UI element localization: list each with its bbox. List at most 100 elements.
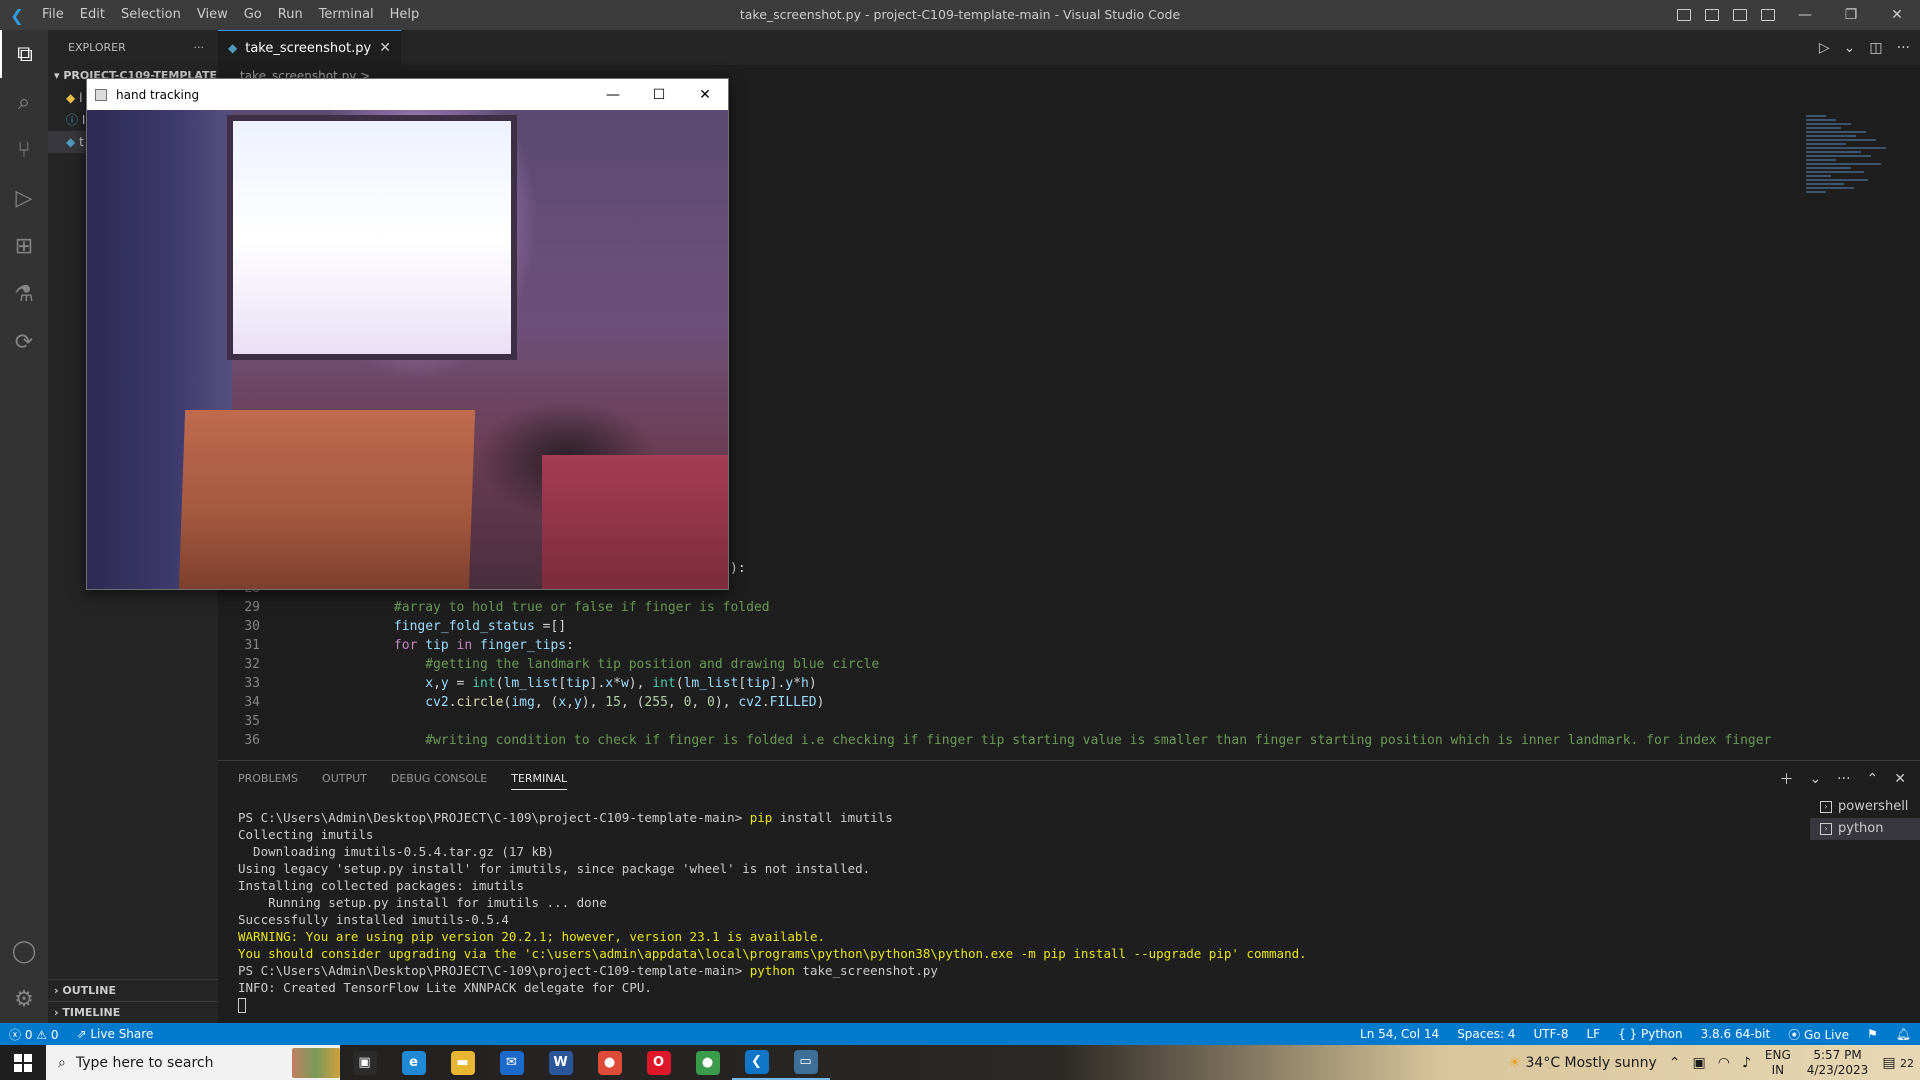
taskbar-python-window[interactable]: ▭ [781,1045,830,1080]
hand-tracking-maximize-button[interactable]: ☐ [636,79,682,110]
terminal-output[interactable]: PS C:\Users\Admin\Desktop\PROJECT\C-109\… [238,809,1768,1013]
close-tab-icon[interactable]: ✕ [379,40,391,56]
tab-output[interactable]: OUTPUT [322,772,367,785]
start-button[interactable] [0,1045,46,1080]
taskbar-search[interactable]: ⌕ Type here to search [46,1045,340,1080]
terminal-dropdown-icon[interactable]: ⌄ [1809,771,1821,787]
tab-debug-console[interactable]: DEBUG CONSOLE [391,772,487,785]
show-hidden-icons-icon[interactable]: ⌃ [1663,1055,1687,1071]
taskbar-vscode[interactable]: ❮ [732,1045,781,1080]
source-control-icon[interactable]: ⑂ [0,126,48,174]
run-dropdown-icon[interactable]: ⌄ [1844,40,1856,56]
hand-tracking-minimize-button[interactable]: — [590,79,636,110]
terminal-line: You should consider upgrading via the 'c… [238,945,1768,962]
restore-button[interactable]: ❐ [1828,0,1874,30]
hand-tracking-titlebar[interactable]: hand tracking — ☐ ✕ [87,79,728,110]
code-token: * [793,676,801,691]
code-token: , ( [534,695,559,710]
volume-icon[interactable]: ♪ [1736,1055,1757,1071]
code-token: , [566,695,574,710]
indentation[interactable]: Spaces: 4 [1448,1027,1524,1041]
menu-edit[interactable]: Edit [72,0,113,30]
toggle-panel-icon[interactable] [1698,0,1726,30]
wifi-icon[interactable]: ◠ [1712,1055,1736,1071]
code-line[interactable]: 35 [218,712,1788,731]
taskbar-word[interactable]: W [536,1045,585,1080]
weather-widget[interactable]: ☀ 34°C Mostly sunny [1502,1055,1662,1071]
run-python-file-icon[interactable]: ▷ [1819,40,1830,56]
menu-selection[interactable]: Selection [113,0,189,30]
code-line[interactable]: 29 #array to hold true or false if finge… [218,598,1788,617]
extensions-icon[interactable]: ⊞ [0,222,48,270]
accounts-icon[interactable]: ◯ [0,927,48,975]
tab-terminal[interactable]: TERMINAL [511,772,568,790]
taskbar-edge[interactable]: e [389,1045,438,1080]
terminal-item-powershell[interactable]: › powershell [1810,796,1920,818]
customize-layout-icon[interactable] [1754,0,1782,30]
code-token: x [558,695,567,710]
line-number: 35 [244,714,260,729]
code-line[interactable]: 36 #writing condition to check if finger… [218,731,1788,750]
testing-icon[interactable]: ⚗ [0,270,48,318]
live-share-status[interactable]: ⇗ Live Share [68,1027,163,1041]
input-language[interactable]: ENG IN [1757,1048,1799,1078]
timeline-section[interactable]: › TIMELINE [48,1001,218,1023]
python-interpreter[interactable]: 3.8.6 64-bit [1692,1027,1780,1041]
explorer-icon[interactable]: ⧉ [0,30,48,78]
remote-explorer-icon[interactable]: ⟳ [0,318,48,366]
new-terminal-icon[interactable]: ＋ [1779,769,1793,789]
outline-section[interactable]: › OUTLINE [48,979,218,1001]
minimap[interactable] [1806,115,1906,255]
hand-tracking-close-button[interactable]: ✕ [682,79,728,110]
encoding[interactable]: UTF-8 [1525,1027,1578,1041]
menu-go[interactable]: Go [236,0,270,30]
hand-tracking-window[interactable]: hand tracking — ☐ ✕ [86,78,729,590]
language-mode[interactable]: { } Python [1609,1027,1692,1041]
run-debug-icon[interactable]: ▷ [0,174,48,222]
taskbar-task-view[interactable]: ▣ [340,1045,389,1080]
menu-help[interactable]: Help [382,0,428,30]
terminal-prompt-line[interactable] [238,996,1768,1013]
code-line[interactable]: 33 x,y = int(lm_list[tip].x*w), int(lm_l… [218,674,1788,693]
notification-center-icon[interactable]: ▤ 22 [1876,1055,1920,1071]
notifications-bell-icon[interactable]: 🔔︎ [1887,1027,1920,1041]
split-editor-icon[interactable]: ◫ [1869,40,1882,56]
maximize-panel-icon[interactable]: ⌃ [1867,771,1879,787]
toggle-sidebar-icon[interactable] [1670,0,1698,30]
explorer-more-button[interactable]: ··· [194,41,205,54]
close-window-button[interactable]: ✕ [1874,0,1920,30]
code-line[interactable]: 30 finger_fold_status =[] [218,617,1788,636]
problems-status[interactable]: ⓧ 0 ⚠ 0 [0,1026,68,1043]
terminal-line: INFO: Created TensorFlow Lite XNNPACK de… [238,979,1768,996]
tab-problems[interactable]: PROBLEMS [238,772,298,785]
clock[interactable]: 5:57 PM 4/23/2023 [1799,1048,1877,1078]
chrome-profile-icon: ● [695,1050,720,1075]
cursor-position[interactable]: Ln 54, Col 14 [1351,1027,1448,1041]
meet-now-icon[interactable]: ▣ [1687,1055,1712,1071]
menu-run[interactable]: Run [270,0,311,30]
terminal-item-python[interactable]: › python [1810,818,1920,840]
go-live-button[interactable]: ⦿ Go Live [1779,1026,1858,1043]
menu-view[interactable]: View [189,0,236,30]
code-token: int [472,676,496,691]
tab-take-screenshot[interactable]: ◆ take_screenshot.py ✕ [218,30,401,65]
editor-more-icon[interactable]: ··· [1897,40,1910,56]
taskbar-chrome[interactable]: ● [585,1045,634,1080]
menu-file[interactable]: File [34,0,72,30]
feedback-icon[interactable]: ⚑ [1858,1027,1887,1041]
taskbar-mail[interactable]: ✉ [487,1045,536,1080]
taskbar-chrome-profile[interactable]: ● [683,1045,732,1080]
search-icon[interactable]: ⌕ [0,78,48,126]
panel-more-icon[interactable]: ··· [1837,771,1850,787]
code-line[interactable]: 31 for tip in finger_tips: [218,636,1788,655]
close-panel-icon[interactable]: ✕ [1894,771,1906,787]
minimize-button[interactable]: — [1782,0,1828,30]
toggle-secondary-sidebar-icon[interactable] [1726,0,1754,30]
end-of-line[interactable]: LF [1577,1027,1609,1041]
code-line[interactable]: 34 cv2.circle(img, (x,y), 15, (255, 0, 0… [218,693,1788,712]
code-line[interactable]: 32 #getting the landmark tip position an… [218,655,1788,674]
settings-gear-icon[interactable]: ⚙ [0,975,48,1023]
taskbar-opera[interactable]: O [634,1045,683,1080]
menu-terminal[interactable]: Terminal [311,0,382,30]
taskbar-file-explorer[interactable]: ▬ [438,1045,487,1080]
